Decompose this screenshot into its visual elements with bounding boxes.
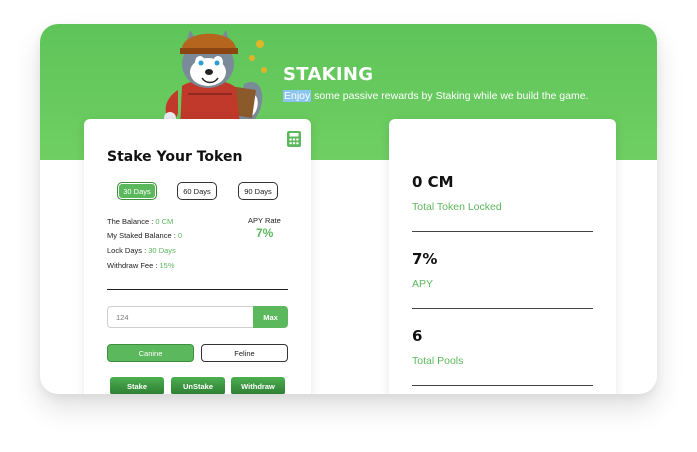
lock-days-label: Lock Days : xyxy=(107,246,149,255)
stat-divider xyxy=(412,385,593,386)
max-button[interactable]: Max xyxy=(253,306,288,328)
canine-toggle-button[interactable]: Canine xyxy=(107,344,194,362)
staked-balance-value: 0 xyxy=(177,231,183,240)
total-pools-label: Total Pools xyxy=(412,355,464,367)
balance-label: The Balance : xyxy=(107,217,156,226)
stat-divider xyxy=(412,231,593,232)
period-60-days-button[interactable]: 60 Days xyxy=(177,182,217,200)
balance-row: The Balance : 0 CM xyxy=(107,217,173,226)
staked-balance-row: My Staked Balance : 0 xyxy=(107,231,182,240)
stat-divider xyxy=(412,308,593,309)
apy-stat-label: APY xyxy=(412,278,434,290)
stake-button[interactable]: Stake xyxy=(110,377,164,394)
divider xyxy=(107,289,288,290)
balance-value: 0 CM xyxy=(155,217,174,226)
calculator-icon[interactable] xyxy=(287,131,301,147)
lock-days-value: 30 Days xyxy=(148,246,176,255)
withdraw-button[interactable]: Withdraw xyxy=(231,377,285,394)
apy-rate-value: 7% xyxy=(256,226,274,240)
total-token-locked-label: Total Token Locked xyxy=(412,201,502,213)
lock-days-row: Lock Days : 30 Days xyxy=(107,246,176,255)
stake-card: Stake Your Token 30 Days 60 Days 90 Days… xyxy=(84,119,311,394)
stake-amount-input[interactable] xyxy=(107,306,253,328)
total-token-locked-value: 0 CM xyxy=(412,173,454,191)
withdraw-fee-value: 15% xyxy=(159,261,175,270)
app-frame: STAKING Enjoy some passive rewards by St… xyxy=(40,24,657,394)
period-90-days-button[interactable]: 90 Days xyxy=(238,182,278,200)
husky-mascot-icon xyxy=(164,30,267,128)
apy-stat-value: 7% xyxy=(412,250,438,268)
withdraw-fee-label: Withdraw Fee : xyxy=(107,261,160,270)
period-30-days-button[interactable]: 30 Days xyxy=(117,182,157,200)
withdraw-fee-row: Withdraw Fee : 15% xyxy=(107,261,175,270)
total-pools-value: 6 xyxy=(412,327,423,345)
unstake-button[interactable]: UnStake xyxy=(171,377,225,394)
staked-balance-label: My Staked Balance : xyxy=(107,231,178,240)
apy-rate-label: APY Rate xyxy=(248,216,281,225)
subtitle-text: some passive rewards by Staking while we… xyxy=(311,90,589,102)
feline-toggle-button[interactable]: Feline xyxy=(201,344,288,362)
stats-card: 0 CM Total Token Locked 7% APY 6 Total P… xyxy=(389,119,616,394)
stake-card-title: Stake Your Token xyxy=(107,149,243,165)
page-subtitle: Enjoy some passive rewards by Staking wh… xyxy=(283,90,589,102)
page-title: STAKING xyxy=(283,64,374,85)
subtitle-highlight: Enjoy xyxy=(283,90,312,102)
